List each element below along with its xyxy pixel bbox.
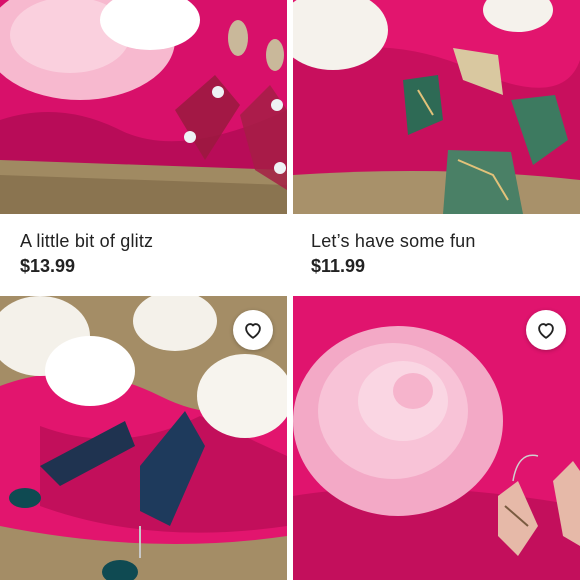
- heart-outline-icon: [538, 323, 554, 339]
- listing-photo[interactable]: [293, 0, 580, 214]
- listing-meta: A little bit of glitz $13.99: [0, 214, 287, 277]
- listing-price: $11.99: [311, 256, 366, 276]
- heart-outline-icon: [245, 323, 261, 339]
- favorite-button[interactable]: [526, 310, 566, 350]
- listing-title[interactable]: Let’s have some fun: [311, 230, 580, 252]
- listing-card[interactable]: Let’s have some fun $11.99: [293, 0, 580, 277]
- listing-photo[interactable]: [0, 296, 287, 580]
- listing-price: $13.99: [20, 256, 76, 276]
- listing-card[interactable]: A little bit of glitz $13.99: [0, 0, 287, 277]
- listing-photo[interactable]: [293, 296, 580, 580]
- listing-photo[interactable]: [0, 0, 287, 214]
- favorite-button[interactable]: [233, 310, 273, 350]
- listing-title[interactable]: A little bit of glitz: [20, 230, 287, 252]
- listing-card[interactable]: [0, 296, 287, 580]
- listing-card[interactable]: [293, 296, 580, 580]
- listing-meta: Let’s have some fun $11.99: [293, 214, 580, 277]
